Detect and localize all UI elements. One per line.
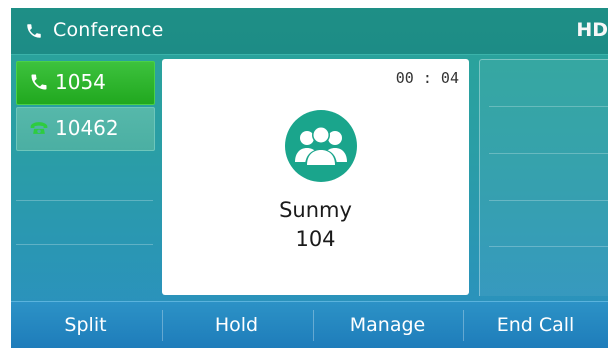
phone-handset-icon [27,24,41,38]
line-key-10462[interactable]: 10462 [16,107,155,151]
hold-button[interactable]: Hold [162,302,311,348]
title-bar: Conference HD [11,8,608,55]
line-separator [16,200,153,201]
screen-title: Conference [53,19,164,41]
manage-button[interactable]: Manage [313,302,462,348]
phone-handset-icon [31,74,47,90]
softkey-bar: Split Hold Manage End Call [11,301,608,348]
conference-group-icon [285,110,357,182]
line-key-1054[interactable]: 1054 [16,61,155,105]
line-key-label: 1054 [55,70,106,94]
line-key-label: 10462 [55,116,119,140]
empty-line-panel [479,59,608,296]
line-separator [489,246,608,247]
phone-hold-icon [30,122,48,134]
end-call-button[interactable]: End Call [463,302,608,348]
phone-screen: Conference HD 1054 10462 00 : 04 Sunmy 1… [11,8,608,348]
line-separator [16,244,153,245]
hd-badge: HD [576,19,608,41]
call-timer: 00 : 04 [395,69,459,87]
line-separator [489,153,608,154]
caller-name: Sunmy [279,198,352,222]
line-separator [489,106,608,107]
line-separator [489,200,608,201]
caller-number: 104 [295,227,336,251]
call-info-card: 00 : 04 Sunmy 104 [162,59,469,295]
split-button[interactable]: Split [11,302,160,348]
